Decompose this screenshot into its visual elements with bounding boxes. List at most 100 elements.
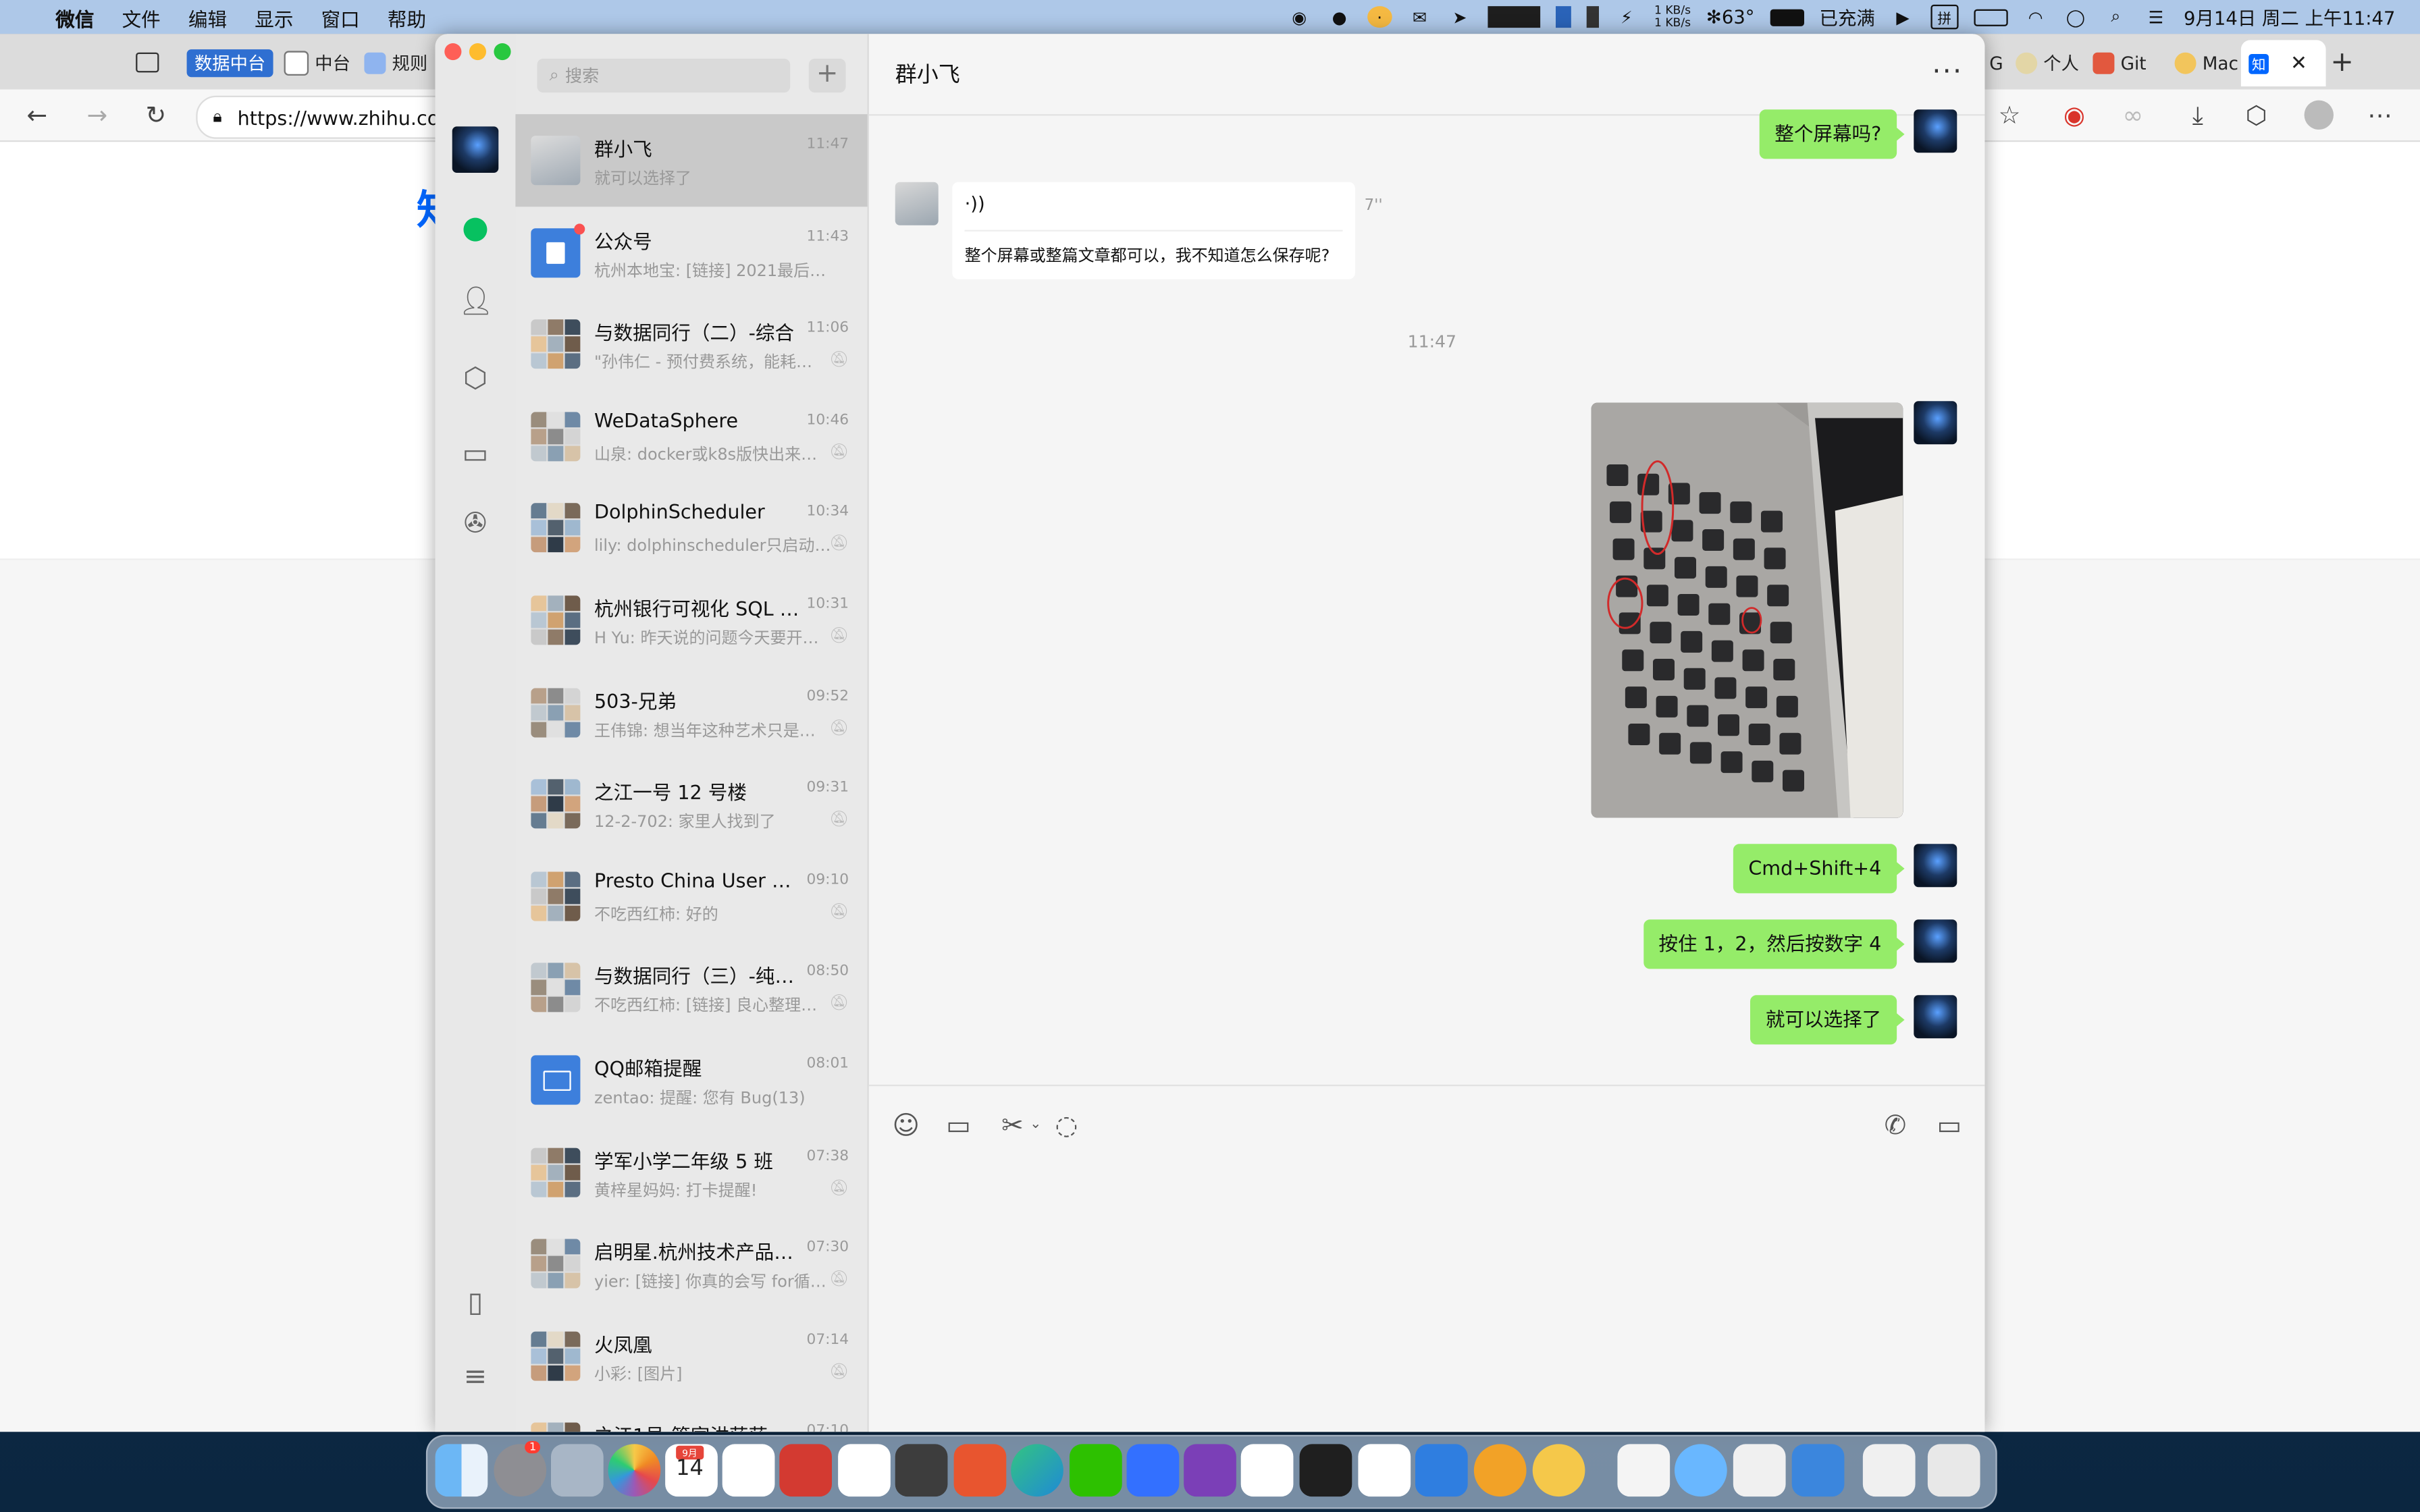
conversation-item[interactable]: WeDataSphere 10:46 山泉: docker或k8s版快出来… 🔕︎ — [515, 390, 867, 482]
sent-image[interactable] — [1591, 402, 1903, 818]
tab-close-icon[interactable]: ✕ — [2290, 52, 2307, 75]
browser-tab[interactable]: 规则 — [364, 47, 427, 80]
browser-tab[interactable]: 中台 — [284, 47, 350, 80]
play-icon[interactable]: ▶ — [1891, 6, 1916, 28]
chat-history-icon[interactable]: ◌ — [1049, 1111, 1083, 1142]
conversation-item[interactable]: 公众号 11:43 杭州本地宝: [链接] 2021最后一… — [515, 206, 867, 298]
emoji-icon[interactable]: ☺ — [889, 1111, 923, 1142]
more-options-icon[interactable]: ··· — [1932, 55, 1963, 88]
reload-icon[interactable]: ↻ — [140, 101, 172, 130]
finder-icon[interactable] — [435, 1444, 488, 1497]
contact-avatar[interactable] — [895, 182, 939, 225]
user-icon[interactable]: ◯ — [2063, 6, 2088, 28]
menu-file[interactable]: 文件 — [122, 2, 161, 31]
mini-program-cube-icon[interactable]: ⬡ — [458, 362, 492, 396]
conversation-item[interactable]: 之江一号 12 号楼 09:31 12-2-702: 家里人找到了 🔕︎ — [515, 758, 867, 850]
github-icon[interactable]: ● — [1327, 6, 1352, 28]
menu-app-name[interactable]: 微信 — [55, 2, 94, 31]
preview-app-icon[interactable] — [1791, 1444, 1845, 1497]
conversation-item[interactable]: 群小飞 11:47 就可以选择了 — [515, 114, 868, 207]
typora-icon[interactable] — [838, 1444, 891, 1497]
conversation-item[interactable]: Presto China User Gro… 09:10 不吃西红柿: 好的 🔕︎ — [515, 850, 867, 942]
send-file-icon[interactable]: ▭ — [941, 1111, 975, 1142]
conversation-item[interactable]: 之江1号-管家洪莎莎07:10🔕︎ — [515, 1401, 867, 1432]
nova-icon[interactable] — [1674, 1444, 1727, 1497]
keka-icon[interactable] — [1473, 1444, 1527, 1497]
phone-device-icon[interactable]: ▯ — [458, 1287, 492, 1320]
battery-icon[interactable] — [1770, 8, 1804, 26]
browser-tab-active[interactable]: 知 ✕ — [2240, 40, 2326, 86]
message-input-area[interactable]: ☺ ▭ ✂ ⌄ ◌ ✆ ▭ — [868, 1084, 1985, 1432]
extension-icon-2[interactable]: ∞ — [2118, 101, 2149, 130]
forward-icon[interactable]: → — [82, 101, 113, 130]
download-icon[interactable]: ⤓ — [2182, 101, 2213, 132]
moments-icon[interactable]: ✇ — [458, 508, 492, 541]
my-avatar[interactable] — [452, 126, 499, 173]
browser-tab[interactable]: Git — [2093, 47, 2147, 80]
preview-icon[interactable] — [550, 1444, 604, 1497]
netease-music-icon[interactable] — [779, 1444, 832, 1497]
wechat-icon[interactable] — [1069, 1444, 1122, 1497]
conversation-item[interactable]: 与数据同行（三）-纯… 08:50 不吃西红柿: [链接] 良心整理… 🔕︎ — [515, 942, 867, 1033]
navigator-icon[interactable]: ➤ — [1448, 6, 1473, 28]
menu-edit[interactable]: 编辑 — [188, 2, 227, 31]
voice-call-icon[interactable]: ✆ — [1878, 1111, 1912, 1142]
my-avatar-small[interactable] — [1914, 401, 1957, 445]
chevron-down-icon[interactable]: ⌄ — [1019, 1117, 1053, 1133]
reminders-icon[interactable] — [722, 1444, 775, 1497]
status-app-icon[interactable]: ◉ — [1287, 6, 1312, 28]
system-preferences-icon[interactable] — [494, 1444, 547, 1497]
status-app-icon-2[interactable]: · — [1367, 6, 1392, 28]
trash-icon[interactable] — [1927, 1444, 1980, 1497]
voice-message[interactable]: ·)) 整个屏幕或整篇文章都可以，我不知道怎么保存呢? — [952, 182, 1355, 279]
contacts-icon[interactable]: 👤︎ — [458, 286, 494, 319]
conversation-item[interactable]: 与数据同行（二）-综合 11:06 "孙伟仁 - 预付费系统，能耗… 🔕︎ — [515, 298, 867, 390]
browser-tab[interactable]: G — [1989, 47, 2003, 80]
conversation-item[interactable]: 503-兄弟 09:52 王伟锦: 想当年这种艺术只是… 🔕︎ — [515, 666, 867, 757]
my-avatar-small[interactable] — [1914, 844, 1957, 888]
minimize-window-button[interactable] — [469, 43, 486, 61]
tab-group-label[interactable]: 数据中台 — [186, 47, 273, 80]
ssh-client-icon[interactable] — [1733, 1444, 1786, 1497]
textedit-icon[interactable] — [1617, 1444, 1671, 1497]
sent-message[interactable]: 整个屏幕吗? — [1759, 109, 1905, 159]
input-method-icon[interactable]: 拼 — [1930, 4, 1959, 30]
menu-help[interactable]: 帮助 — [388, 2, 426, 31]
qq-icon[interactable] — [1415, 1444, 1468, 1497]
xmind-icon[interactable] — [953, 1444, 1007, 1497]
my-avatar-small[interactable] — [1914, 919, 1957, 963]
menubar-clock[interactable]: 9月14日 周二 上午11:47 — [2184, 4, 2395, 30]
chat-icon[interactable]: ● — [458, 210, 492, 244]
sent-message[interactable]: 就可以选择了 — [1750, 995, 1905, 1045]
menu-view[interactable]: 显示 — [255, 2, 293, 31]
conversation-item[interactable]: 火凤凰 07:14 小彩: [图片] 🔕︎ — [515, 1310, 867, 1401]
wps-icon[interactable] — [1240, 1444, 1294, 1497]
sublime-text-icon[interactable] — [895, 1444, 948, 1497]
settings-more-icon[interactable]: ⋯ — [2365, 101, 2396, 130]
add-chat-button[interactable]: + — [808, 58, 846, 93]
add-favorite-icon[interactable]: ☆ — [1994, 101, 2025, 130]
conversation-item[interactable]: 启明星.杭州技术产品… 07:30 yier: [链接] 你真的会写 for循… 🔕︎ — [515, 1218, 867, 1310]
menu-window[interactable]: 窗口 — [321, 2, 360, 31]
onenote-icon[interactable] — [1184, 1444, 1236, 1497]
wifi-icon[interactable]: ◠ — [2023, 6, 2048, 28]
sent-message[interactable]: 按住 1，2，然后按数字 4 — [1643, 919, 1905, 969]
conversation-item[interactable]: QQ邮箱提醒 08:01 zentao: 提醒: 您有 Bug(13) — [515, 1033, 867, 1125]
zoom-window-button[interactable] — [494, 43, 511, 61]
back-icon[interactable]: ← — [22, 101, 53, 130]
conversation-item[interactable]: 学军小学二年级 5 班 07:38 黄梓星妈妈: 打卡提醒! 🔕︎ — [515, 1126, 867, 1218]
photos-icon[interactable] — [608, 1444, 661, 1497]
battery-status[interactable]: 已充满 — [1820, 4, 1875, 30]
sent-message[interactable]: Cmd+Shift+4 — [1733, 844, 1905, 894]
conversation-item[interactable]: 杭州银行可视化 SQL … 10:31 H Yu: 昨天说的问题今天要开… 🔕︎ — [515, 574, 867, 666]
browser-tab[interactable]: 个人 — [2016, 47, 2079, 80]
profile-avatar[interactable] — [2304, 100, 2334, 130]
terminal-icon[interactable] — [1299, 1444, 1352, 1497]
battery-charging-icon[interactable] — [1974, 8, 2008, 26]
wechat-status-icon[interactable]: ✉ — [1407, 6, 1432, 28]
folder-icon[interactable]: ▭ — [458, 438, 492, 472]
archive-icon[interactable] — [1862, 1444, 1916, 1497]
spotlight-search-icon[interactable]: ⌕ — [2103, 6, 2128, 28]
feishu-icon[interactable] — [1126, 1444, 1180, 1497]
xcode-icon[interactable] — [1358, 1444, 1411, 1497]
